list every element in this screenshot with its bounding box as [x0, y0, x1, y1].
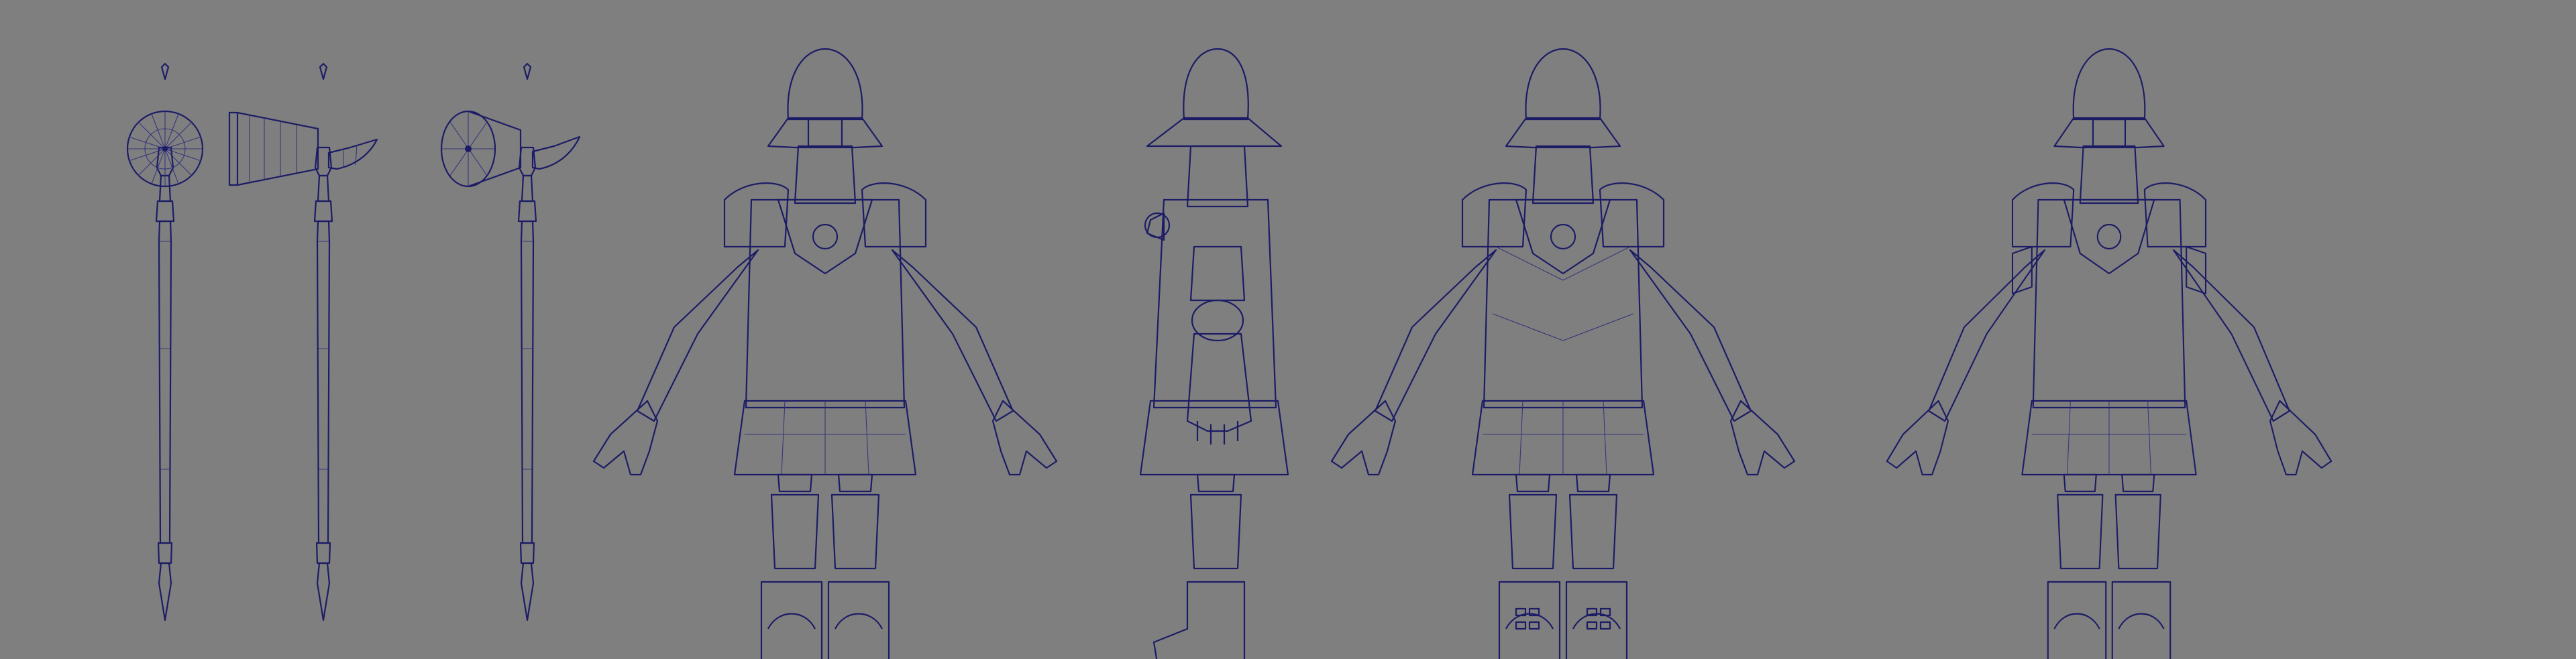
modeling-viewport[interactable]	[0, 0, 2576, 659]
knight-front-view[interactable]	[592, 48, 1058, 659]
knight-back-view[interactable]	[1330, 48, 1796, 659]
hammer-three-quarter-view[interactable]	[440, 62, 581, 621]
knight-three-quarter-view[interactable]	[1886, 48, 2332, 659]
wireframe-canvas	[126, 48, 2332, 659]
hammer-side-view[interactable]	[228, 62, 378, 621]
knight-side-view[interactable]	[1139, 48, 1289, 659]
hammer-front-view[interactable]	[126, 62, 204, 621]
